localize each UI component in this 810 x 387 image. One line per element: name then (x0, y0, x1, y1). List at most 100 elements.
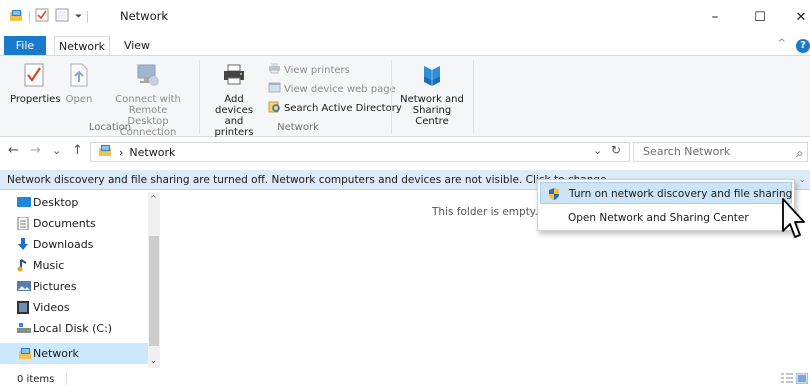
recent-locations-icon[interactable]: ⌄ (52, 144, 61, 157)
up-arrow-icon[interactable]: ↑ (72, 143, 83, 158)
view-printers-icon (268, 63, 281, 77)
breadcrumb-network[interactable]: Network (129, 146, 175, 159)
videos-icon (17, 301, 31, 314)
properties-qa-icon[interactable] (35, 8, 49, 25)
back-arrow-icon[interactable]: ← (8, 143, 19, 158)
search-input[interactable]: Search Network (643, 145, 730, 158)
item-count: 0 items (17, 374, 55, 385)
status-bar: 0 items (0, 370, 810, 387)
nav-item-videos[interactable]: Videos (0, 297, 148, 318)
menu-item-label: Turn on network discovery and file shari… (569, 188, 793, 200)
local-disk-icon (17, 322, 31, 335)
view-device-web-page-button[interactable]: View device web page (268, 82, 396, 96)
navigation-pane: Desktop Documents Downloads Music Pictur… (0, 192, 160, 368)
address-dropdown-icon[interactable]: ⌄ (593, 144, 602, 157)
network-sharing-centre-button[interactable]: Network and Sharing Centre (395, 62, 469, 127)
status-divider (66, 373, 67, 385)
downloads-icon (17, 238, 31, 251)
open-button[interactable]: Open (64, 62, 94, 105)
tab-network[interactable]: Network (54, 36, 110, 56)
location-group-label: Location (88, 122, 132, 133)
add-devices-label-line1: Add devices (214, 94, 254, 116)
connect-remote-label-line1: Connect with Remote (115, 94, 181, 116)
remote-desktop-icon (98, 62, 198, 91)
nav-item-documents[interactable]: Documents (0, 213, 148, 234)
network-icon (17, 347, 31, 360)
properties-icon (10, 62, 58, 91)
maximize-button[interactable]: ☐ (742, 6, 778, 28)
search-directory-icon (268, 101, 281, 116)
info-bar-text: Network discovery and file sharing are t… (7, 174, 617, 186)
quick-access-toolbar: ⏷ (8, 8, 93, 25)
nav-item-label: Desktop (33, 196, 79, 209)
new-folder-qa-icon[interactable] (55, 8, 69, 25)
large-icons-view-icon[interactable] (795, 372, 809, 385)
nav-item-label: Network (33, 347, 79, 360)
minimize-button[interactable]: – (697, 6, 733, 28)
nav-pane-scroll-thumb[interactable] (149, 236, 159, 346)
nav-item-music[interactable]: Music (0, 255, 148, 276)
nav-item-network[interactable]: Network (0, 343, 148, 364)
turn-on-network-discovery-menu-item[interactable]: Turn on network discovery and file shari… (540, 182, 792, 204)
network-location-icon (97, 144, 113, 160)
shield-icon (547, 187, 561, 209)
navigation-bar: ← → ⌄ ↑ › Network ⌄ ↻ Search Network ⌕ (0, 140, 810, 164)
title-bar: ⏷ Network – ☐ ✕ (0, 0, 810, 32)
info-bar-chevron-icon: ⌄ (798, 175, 806, 185)
search-box[interactable]: Search Network ⌕ (633, 142, 808, 162)
window-title: Network (120, 9, 169, 23)
qa-divider (29, 10, 30, 23)
network-folder-icon (8, 9, 24, 25)
nav-item-label: Documents (33, 217, 96, 230)
nav-item-local-disk[interactable]: Local Disk (C:) (0, 318, 148, 339)
open-network-sharing-center-menu-item[interactable]: Open Network and Sharing Center (540, 207, 792, 229)
pictures-icon (17, 280, 31, 293)
search-active-directory-button[interactable]: Search Active Directory (268, 101, 402, 116)
network-group-label: Network (277, 122, 319, 133)
search-icon[interactable]: ⌕ (796, 144, 803, 162)
nav-item-label: Music (33, 259, 65, 272)
tab-file[interactable]: File (4, 36, 46, 55)
music-icon (17, 259, 31, 272)
collapse-ribbon-icon[interactable]: ^ (778, 38, 786, 49)
help-icon[interactable]: ? (796, 39, 810, 53)
qa-dropdown-icon[interactable]: ⏷ (75, 12, 82, 22)
nav-item-label: Pictures (33, 280, 77, 293)
view-printers-label: View printers (284, 64, 350, 76)
nav-item-desktop[interactable]: Desktop (0, 192, 148, 213)
add-devices-label-line2: and printers (214, 116, 254, 138)
forward-arrow-icon[interactable]: → (30, 143, 41, 158)
ribbon-tabs: File Network View ^ ? (0, 36, 810, 56)
nav-item-pictures[interactable]: Pictures (0, 276, 148, 297)
tab-view[interactable]: View (118, 36, 156, 55)
qa-divider (87, 10, 89, 23)
search-active-directory-label: Search Active Directory (284, 103, 402, 114)
add-devices-button[interactable]: Add devices and printers (205, 62, 263, 138)
device-web-page-icon (268, 82, 281, 96)
nav-item-label: Local Disk (C:) (33, 322, 113, 335)
nav-item-downloads[interactable]: Downloads (0, 234, 148, 255)
desktop-icon (17, 196, 31, 209)
properties-label: Properties (10, 94, 61, 105)
view-printers-button[interactable]: View printers (268, 63, 350, 77)
view-device-web-page-label: View device web page (284, 83, 396, 95)
close-button[interactable]: ✕ (783, 6, 810, 28)
printer-icon (205, 62, 263, 91)
details-view-icon[interactable] (781, 373, 793, 384)
scroll-up-icon[interactable]: ^ (150, 194, 157, 203)
sharing-centre-label-line2: Sharing Centre (412, 105, 452, 127)
sharing-centre-label-line1: Network and (400, 94, 464, 105)
ribbon-divider (199, 60, 200, 134)
ribbon-divider (391, 60, 392, 134)
empty-folder-message: This folder is empty. (432, 206, 538, 218)
breadcrumb-separator-icon[interactable]: › (119, 146, 123, 159)
info-bar-context-menu: Turn on network discovery and file shari… (537, 179, 795, 231)
address-bar[interactable]: › Network (90, 142, 630, 162)
nav-item-label: Downloads (33, 238, 94, 251)
properties-button[interactable]: Properties (10, 62, 61, 105)
ribbon: Properties Open Connect with Remote Desk… (0, 55, 810, 138)
ribbon-divider (473, 60, 474, 134)
nav-item-label: Videos (33, 301, 70, 314)
refresh-icon[interactable]: ↻ (611, 143, 621, 157)
scroll-down-icon[interactable]: ⌄ (150, 356, 157, 365)
